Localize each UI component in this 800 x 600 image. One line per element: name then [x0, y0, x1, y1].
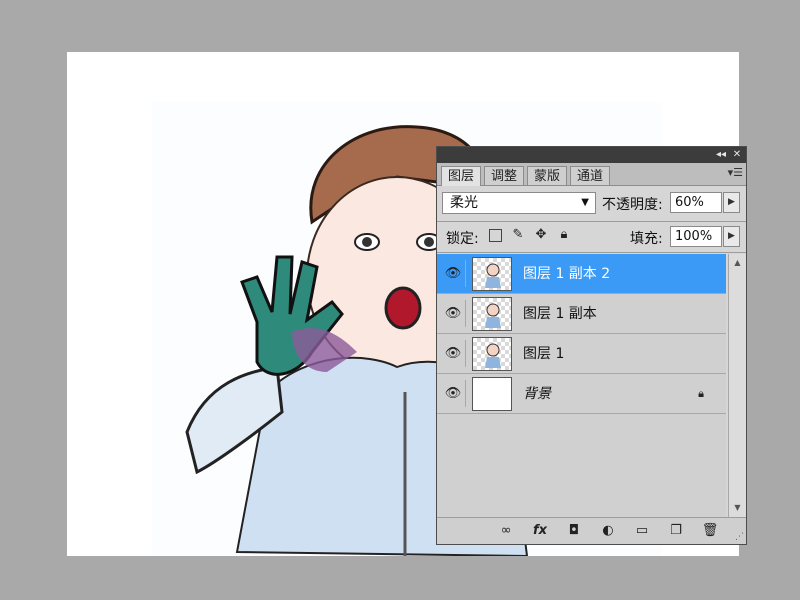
eye-icon[interactable]: 👁︎	[441, 300, 466, 327]
divider	[437, 221, 746, 222]
tab-adjustments[interactable]: 调整	[484, 166, 524, 185]
layer-name: 图层 1 副本 2	[523, 254, 610, 294]
divider	[437, 252, 746, 253]
eye-icon[interactable]: 👁︎	[441, 380, 466, 407]
layer-name: 图层 1	[523, 334, 564, 374]
new-layer-icon[interactable]: ❐	[667, 522, 685, 540]
panel-tabs: 图层 调整 蒙版 通道 ▾☰	[437, 163, 746, 186]
panel-menu-icon[interactable]: ▾☰	[728, 166, 743, 179]
opacity-input[interactable]: 60%	[670, 192, 722, 213]
mask-icon[interactable]: ◘	[565, 522, 583, 540]
layer-row[interactable]: 👁︎ 图层 1 副本 2	[437, 254, 726, 294]
layers-panel: ◂◂ ✕ 图层 调整 蒙版 通道 ▾☰ 柔光 ▼ 不透明度: 60% ▶ 锁定:…	[436, 146, 747, 545]
collapse-icon[interactable]: ◂◂	[714, 147, 728, 163]
folder-icon[interactable]: ▭	[633, 522, 651, 540]
blend-mode-select[interactable]: 柔光 ▼	[442, 192, 596, 214]
layer-thumbnail	[472, 257, 512, 291]
fill-label: 填充:	[630, 228, 663, 248]
resize-grip-icon[interactable]: ⋰	[735, 532, 744, 542]
scrollbar[interactable]: ▲ ▼	[728, 254, 746, 517]
brush-icon[interactable]: ✎	[511, 228, 525, 242]
layer-name: 背景	[523, 374, 551, 414]
tab-layers[interactable]: 图层	[441, 166, 481, 186]
blend-mode-value: 柔光	[450, 195, 478, 211]
opacity-arrow-icon[interactable]: ▶	[723, 192, 740, 213]
close-icon[interactable]: ✕	[730, 147, 744, 163]
layer-name: 图层 1 副本	[523, 294, 597, 334]
fill-arrow-icon[interactable]: ▶	[723, 226, 740, 247]
link-icon[interactable]: ∞	[497, 522, 515, 540]
layer-thumbnail	[472, 337, 512, 371]
lock-icon[interactable]: 🔒︎	[557, 228, 571, 242]
tab-channels[interactable]: 通道	[570, 166, 610, 185]
chevron-down-icon: ▼	[581, 193, 589, 213]
eye-icon[interactable]: 👁︎	[441, 260, 466, 287]
layer-row[interactable]: 👁︎ 图层 1 副本	[437, 294, 726, 334]
layer-thumbnail	[472, 297, 512, 331]
tab-masks[interactable]: 蒙版	[527, 166, 567, 185]
layer-row[interactable]: 👁︎ 背景 🔒︎	[437, 374, 726, 414]
lock-transparent-icon[interactable]	[489, 229, 502, 242]
fill-input[interactable]: 100%	[670, 226, 722, 247]
lock-label: 锁定:	[446, 228, 479, 248]
lock-icon: 🔒︎	[698, 387, 704, 401]
fx-icon[interactable]: fx	[531, 522, 549, 540]
scroll-down-icon[interactable]: ▼	[729, 500, 746, 516]
eye-icon[interactable]: 👁︎	[441, 340, 466, 367]
layers-list: 👁︎ 图层 1 副本 2 👁︎ 图层 1 副本 👁︎ 图层 1 👁︎ 背景 🔒︎	[437, 254, 726, 517]
panel-bottom-bar: ∞ fx ◘ ◐ ▭ ❐ 🗑︎ ⋰	[437, 517, 746, 544]
adjustment-icon[interactable]: ◐	[599, 522, 617, 540]
opacity-label: 不透明度:	[602, 194, 663, 214]
layer-thumbnail	[472, 377, 512, 411]
trash-icon[interactable]: 🗑︎	[701, 522, 719, 540]
scroll-up-icon[interactable]: ▲	[729, 255, 746, 271]
move-icon[interactable]: ✥	[534, 228, 548, 242]
layer-row[interactable]: 👁︎ 图层 1	[437, 334, 726, 374]
panel-titlebar[interactable]: ◂◂ ✕	[437, 147, 746, 163]
